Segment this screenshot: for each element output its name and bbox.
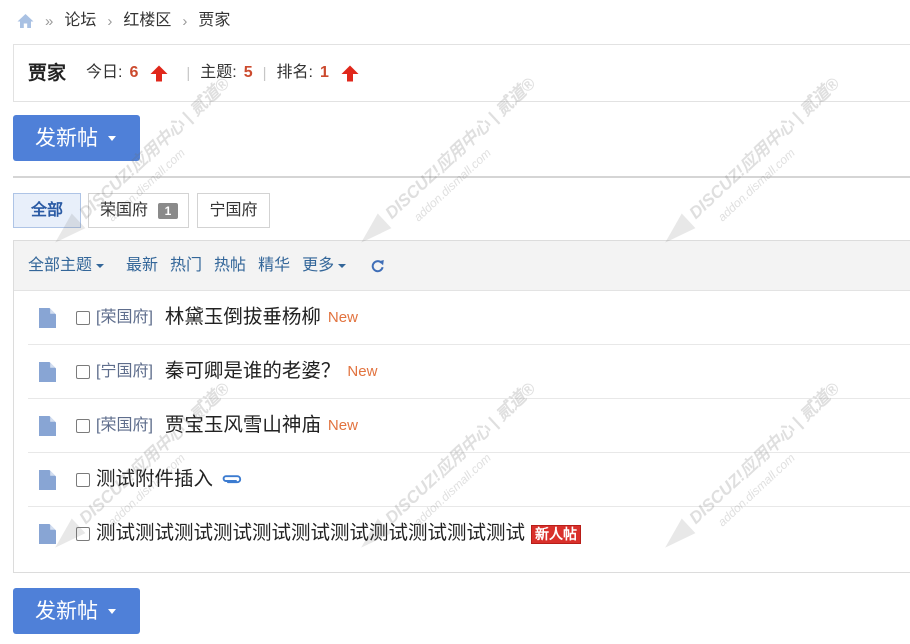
thread-checkbox[interactable] <box>76 418 90 433</box>
arrow-up-icon <box>150 65 168 82</box>
watermark-url: addon.dismall.com <box>715 145 798 225</box>
new-tag: New <box>327 417 358 434</box>
breadcrumb-separator: » <box>45 12 54 30</box>
breadcrumb-link-section[interactable]: 红楼区 <box>123 13 171 29</box>
thread-checkbox[interactable] <box>76 310 90 325</box>
divider-line <box>13 176 910 178</box>
thread-row: [荣国府] 贾宝玉风雪山神庙 New <box>28 399 910 453</box>
new-post-button[interactable]: 发新帖 <box>13 115 140 161</box>
tab-all[interactable]: 全部 <box>13 193 81 228</box>
filter-hot[interactable]: 热门 <box>170 257 202 274</box>
filter-digest[interactable]: 精华 <box>258 257 290 274</box>
arrow-up-icon <box>341 65 359 82</box>
caret-down-icon <box>108 135 116 141</box>
rank-label: 排名: <box>276 64 313 81</box>
caret-down-icon <box>338 263 347 268</box>
new-tag: New <box>327 309 358 326</box>
document-icon <box>39 307 56 328</box>
thread-row: 测试测试测试测试测试测试测试测试测试测试测试 新人帖 <box>28 507 910 561</box>
forum-header: 贾家 今日: 6 | 主题: 5 | 排名: 1 <box>13 44 910 102</box>
thread-row: [宁国府] 秦可卿是谁的老婆？ New <box>28 345 910 399</box>
new-tag: New <box>347 363 378 380</box>
breadcrumb-current[interactable]: 贾家 <box>198 13 230 29</box>
thread-checkbox[interactable] <box>76 364 90 379</box>
stat-divider: | <box>262 64 267 82</box>
thread-row: [荣国府] 林黛玉倒拔垂杨柳 New <box>28 291 910 345</box>
thread-checkbox[interactable] <box>76 472 90 487</box>
tab-rongguofu[interactable]: 荣国府 1 <box>88 193 189 228</box>
stat-divider: | <box>186 64 191 82</box>
thread-title[interactable]: 贾宝玉风雪山神庙 <box>165 415 321 436</box>
filter-more-label: 更多 <box>302 256 335 274</box>
caret-down-icon <box>96 263 105 268</box>
new-post-button-bottom[interactable]: 发新帖 <box>13 588 140 634</box>
breadcrumb-link-forum[interactable]: 论坛 <box>64 13 96 29</box>
document-icon <box>39 469 56 490</box>
watermark-url: addon.dismall.com <box>411 145 494 225</box>
home-icon[interactable] <box>17 13 34 29</box>
tab-label: 荣国府 <box>100 201 149 219</box>
threads-label: 主题: <box>200 64 237 81</box>
document-icon <box>39 524 56 544</box>
tab-label: 宁国府 <box>209 201 258 219</box>
today-label: 今日: <box>86 64 123 81</box>
tab-ningguofu[interactable]: 宁国府 <box>197 193 270 228</box>
thread-title[interactable]: 秦可卿是谁的老婆？ <box>165 361 341 382</box>
breadcrumb-separator: › <box>182 12 188 30</box>
thread-row: 测试附件插入 <box>28 453 910 507</box>
threads-count: 5 <box>243 64 253 81</box>
rank-value: 1 <box>320 64 329 81</box>
newbie-badge: 新人帖 <box>531 524 582 544</box>
filter-all-threads-label: 全部主题 <box>28 256 93 274</box>
today-count: 6 <box>129 64 139 81</box>
filter-latest[interactable]: 最新 <box>126 257 158 274</box>
thread-category[interactable]: [宁国府] <box>96 363 153 380</box>
thread-category[interactable]: [荣国府] <box>96 417 153 434</box>
document-icon <box>39 415 56 436</box>
thread-checkbox[interactable] <box>76 527 90 541</box>
new-post-label: 发新帖 <box>35 126 98 150</box>
paperclip-icon <box>221 474 242 485</box>
refresh-icon[interactable] <box>370 258 386 274</box>
filter-all-threads[interactable]: 全部主题 <box>28 256 105 274</box>
thread-title[interactable]: 林黛玉倒拔垂杨柳 <box>165 307 321 328</box>
filter-bar: 全部主题 最新 热门 热帖 精华 更多 <box>14 241 910 291</box>
caret-down-icon <box>108 608 116 614</box>
thread-category[interactable]: [荣国府] <box>96 309 153 326</box>
thread-list: 全部主题 最新 热门 热帖 精华 更多 [荣国府] 林黛玉倒拔垂杨柳 New [… <box>13 240 910 573</box>
tab-count-badge: 1 <box>158 202 179 219</box>
thread-title[interactable]: 测试测试测试测试测试测试测试测试测试测试测试 <box>96 524 525 544</box>
breadcrumb: » 论坛 › 红楼区 › 贾家 <box>17 9 230 33</box>
breadcrumb-separator: › <box>107 12 113 30</box>
filter-more[interactable]: 更多 <box>302 256 347 274</box>
filter-hot-posts[interactable]: 热帖 <box>214 257 246 274</box>
thread-title[interactable]: 测试附件插入 <box>96 469 213 490</box>
new-post-label: 发新帖 <box>35 599 98 623</box>
document-icon <box>39 361 56 382</box>
tab-label: 全部 <box>30 201 63 219</box>
forum-name: 贾家 <box>28 62 67 84</box>
